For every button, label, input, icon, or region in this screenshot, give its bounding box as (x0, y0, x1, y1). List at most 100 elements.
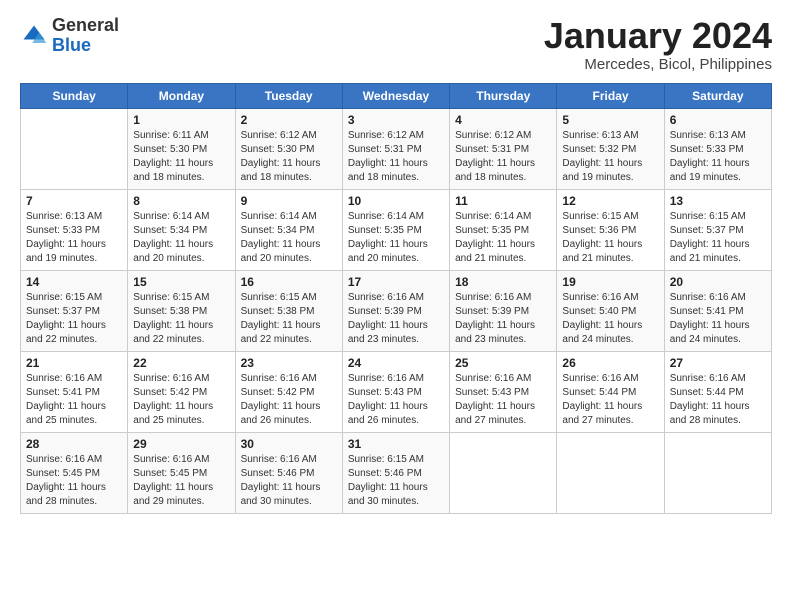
day-cell: 22Sunrise: 6:16 AM Sunset: 5:42 PM Dayli… (128, 351, 235, 432)
day-cell: 10 Sunrise: 6:14 AM Sunset: 5:35 PM Dayli… (342, 189, 449, 270)
day-number: 3 (348, 113, 444, 127)
day-number: 28 (26, 437, 122, 451)
day-number: 17 (348, 275, 444, 289)
day-cell: 16 Sunrise: 6:15 AM Sunset: 5:38 PM Dayli… (235, 270, 342, 351)
calendar-subtitle: Mercedes, Bicol, Philippines (544, 56, 772, 73)
logo: General Blue (20, 16, 119, 56)
day-number: 6 (670, 113, 766, 127)
day-cell: 28 Sunrise: 6:16 AM Sunset: 5:45 PM Dayli… (21, 432, 128, 513)
day-cell: 27 Sunrise: 6:16 AM Sunset: 5:44 PM Dayli… (664, 351, 771, 432)
calendar-title: January 2024 (544, 16, 772, 56)
header-cell-monday: Monday (128, 83, 235, 108)
day-cell: 2 Sunrise: 6:12 AM Sunset: 5:30 PM Daylig… (235, 108, 342, 189)
page: General Blue January 2024 Mercedes, Bico… (0, 0, 792, 524)
day-info: Sunrise: 6:16 AM Sunset: 5:46 PM Dayligh… (241, 453, 337, 509)
day-cell: 19Sunrise: 6:16 AM Sunset: 5:40 PM Dayli… (557, 270, 664, 351)
day-info: Sunrise: 6:12 AM Sunset: 5:31 PM Dayligh… (348, 129, 444, 185)
day-info: Sunrise: 6:16 AM Sunset: 5:43 PM Dayligh… (348, 372, 444, 428)
day-info: Sunrise: 6:16 AM Sunset: 5:42 PM Dayligh… (241, 372, 337, 428)
day-info: Sunrise: 6:16 AM Sunset: 5:44 PM Dayligh… (670, 372, 766, 428)
logo-text: General Blue (52, 16, 119, 56)
day-info: Sunrise: 6:16 AM Sunset: 5:41 PM Dayligh… (670, 291, 766, 347)
week-row-1: 7Sunrise: 6:13 AM Sunset: 5:33 PM Daylig… (21, 189, 772, 270)
day-info: Sunrise: 6:16 AM Sunset: 5:40 PM Dayligh… (562, 291, 658, 347)
day-info: Sunrise: 6:12 AM Sunset: 5:31 PM Dayligh… (455, 129, 551, 185)
day-info: Sunrise: 6:15 AM Sunset: 5:38 PM Dayligh… (241, 291, 337, 347)
header-cell-saturday: Saturday (664, 83, 771, 108)
day-number: 8 (133, 194, 229, 208)
day-info: Sunrise: 6:16 AM Sunset: 5:41 PM Dayligh… (26, 372, 122, 428)
day-number: 14 (26, 275, 122, 289)
day-number: 16 (241, 275, 337, 289)
day-cell: 14 Sunrise: 6:15 AM Sunset: 5:37 PM Dayli… (21, 270, 128, 351)
day-cell: 23Sunrise: 6:16 AM Sunset: 5:42 PM Dayli… (235, 351, 342, 432)
day-info: Sunrise: 6:15 AM Sunset: 5:37 PM Dayligh… (670, 210, 766, 266)
day-info: Sunrise: 6:16 AM Sunset: 5:44 PM Dayligh… (562, 372, 658, 428)
day-cell: 12 Sunrise: 6:15 AM Sunset: 5:36 PM Dayli… (557, 189, 664, 270)
day-info: Sunrise: 6:12 AM Sunset: 5:30 PM Dayligh… (241, 129, 337, 185)
header-cell-tuesday: Tuesday (235, 83, 342, 108)
day-number: 13 (670, 194, 766, 208)
day-cell (450, 432, 557, 513)
day-number: 30 (241, 437, 337, 451)
day-cell: 6Sunrise: 6:13 AM Sunset: 5:33 PM Daylig… (664, 108, 771, 189)
day-number: 10 (348, 194, 444, 208)
calendar-table: SundayMondayTuesdayWednesdayThursdayFrid… (20, 83, 772, 514)
day-number: 11 (455, 194, 551, 208)
day-info: Sunrise: 6:16 AM Sunset: 5:39 PM Dayligh… (455, 291, 551, 347)
day-number: 20 (670, 275, 766, 289)
day-number: 29 (133, 437, 229, 451)
week-row-2: 14 Sunrise: 6:15 AM Sunset: 5:37 PM Dayli… (21, 270, 772, 351)
day-cell: 25 Sunrise: 6:16 AM Sunset: 5:43 PM Dayli… (450, 351, 557, 432)
day-cell: 9 Sunrise: 6:14 AM Sunset: 5:34 PM Daylig… (235, 189, 342, 270)
day-number: 5 (562, 113, 658, 127)
day-number: 26 (562, 356, 658, 370)
day-cell (664, 432, 771, 513)
day-info: Sunrise: 6:15 AM Sunset: 5:36 PM Dayligh… (562, 210, 658, 266)
day-number: 15 (133, 275, 229, 289)
title-block: January 2024 Mercedes, Bicol, Philippine… (544, 16, 772, 73)
day-cell: 17 Sunrise: 6:16 AM Sunset: 5:39 PM Dayli… (342, 270, 449, 351)
day-cell: 31Sunrise: 6:15 AM Sunset: 5:46 PM Dayli… (342, 432, 449, 513)
day-info: Sunrise: 6:15 AM Sunset: 5:38 PM Dayligh… (133, 291, 229, 347)
day-info: Sunrise: 6:16 AM Sunset: 5:43 PM Dayligh… (455, 372, 551, 428)
day-number: 22 (133, 356, 229, 370)
day-number: 1 (133, 113, 229, 127)
day-info: Sunrise: 6:14 AM Sunset: 5:34 PM Dayligh… (241, 210, 337, 266)
day-number: 4 (455, 113, 551, 127)
day-cell (557, 432, 664, 513)
day-info: Sunrise: 6:14 AM Sunset: 5:35 PM Dayligh… (348, 210, 444, 266)
day-cell: 11Sunrise: 6:14 AM Sunset: 5:35 PM Dayli… (450, 189, 557, 270)
day-number: 27 (670, 356, 766, 370)
day-number: 25 (455, 356, 551, 370)
header-row: SundayMondayTuesdayWednesdayThursdayFrid… (21, 83, 772, 108)
calendar-body: 1Sunrise: 6:11 AM Sunset: 5:30 PM Daylig… (21, 108, 772, 513)
day-info: Sunrise: 6:16 AM Sunset: 5:39 PM Dayligh… (348, 291, 444, 347)
week-row-0: 1Sunrise: 6:11 AM Sunset: 5:30 PM Daylig… (21, 108, 772, 189)
day-info: Sunrise: 6:15 AM Sunset: 5:37 PM Dayligh… (26, 291, 122, 347)
day-cell: 20 Sunrise: 6:16 AM Sunset: 5:41 PM Dayli… (664, 270, 771, 351)
day-number: 2 (241, 113, 337, 127)
day-cell: 26 Sunrise: 6:16 AM Sunset: 5:44 PM Dayli… (557, 351, 664, 432)
week-row-3: 21 Sunrise: 6:16 AM Sunset: 5:41 PM Dayli… (21, 351, 772, 432)
day-cell: 1Sunrise: 6:11 AM Sunset: 5:30 PM Daylig… (128, 108, 235, 189)
day-cell: 15 Sunrise: 6:15 AM Sunset: 5:38 PM Dayli… (128, 270, 235, 351)
day-cell: 21 Sunrise: 6:16 AM Sunset: 5:41 PM Dayli… (21, 351, 128, 432)
week-row-4: 28 Sunrise: 6:16 AM Sunset: 5:45 PM Dayli… (21, 432, 772, 513)
day-cell: 5Sunrise: 6:13 AM Sunset: 5:32 PM Daylig… (557, 108, 664, 189)
header-cell-thursday: Thursday (450, 83, 557, 108)
day-number: 9 (241, 194, 337, 208)
day-info: Sunrise: 6:16 AM Sunset: 5:45 PM Dayligh… (26, 453, 122, 509)
day-info: Sunrise: 6:13 AM Sunset: 5:33 PM Dayligh… (26, 210, 122, 266)
header: General Blue January 2024 Mercedes, Bico… (20, 16, 772, 73)
day-number: 12 (562, 194, 658, 208)
day-cell (21, 108, 128, 189)
header-cell-wednesday: Wednesday (342, 83, 449, 108)
day-cell: 3 Sunrise: 6:12 AM Sunset: 5:31 PM Daylig… (342, 108, 449, 189)
day-cell: 24Sunrise: 6:16 AM Sunset: 5:43 PM Dayli… (342, 351, 449, 432)
logo-blue: Blue (52, 35, 91, 55)
logo-general: General (52, 15, 119, 35)
day-number: 21 (26, 356, 122, 370)
day-cell: 29Sunrise: 6:16 AM Sunset: 5:45 PM Dayli… (128, 432, 235, 513)
day-cell: 4 Sunrise: 6:12 AM Sunset: 5:31 PM Daylig… (450, 108, 557, 189)
